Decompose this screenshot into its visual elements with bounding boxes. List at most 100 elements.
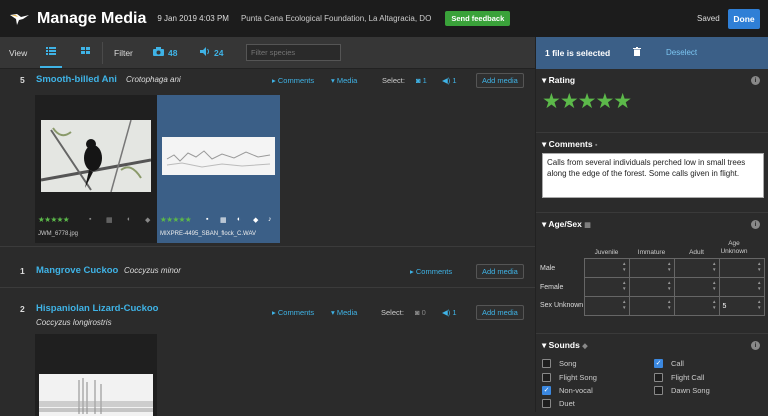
age-sex-cell[interactable]: ▲ ▼ [673, 296, 720, 316]
media-toggle[interactable]: ▾ Media [331, 76, 357, 85]
stepper-icon: ▲ ▼ [667, 299, 672, 310]
species-row: 1 Mangrove Cuckoo Coccyzus minor ▸ Comme… [0, 255, 535, 288]
sound-label: Non-vocal [559, 386, 593, 395]
comment-icon: ▪ [594, 142, 598, 149]
age-sex-title: Age/Sex [548, 219, 582, 229]
add-media-button[interactable]: Add media [476, 264, 524, 279]
age-sex-cell[interactable]: ▲ ▼ [583, 258, 630, 278]
species-count: 5 [20, 75, 25, 85]
media-tile-audio[interactable] [35, 334, 157, 416]
audio-count[interactable]: 24 [214, 48, 223, 58]
rating-toggle[interactable]: ▾ Rating [542, 75, 575, 86]
stepper-icon: ▲ ▼ [622, 299, 627, 310]
sound-checkbox-flight-call[interactable] [654, 373, 663, 382]
speaker-filter-icon[interactable] [200, 47, 211, 58]
stepper-icon: ▲ ▼ [712, 299, 717, 310]
camera-filter-icon[interactable] [153, 47, 164, 58]
add-media-button[interactable]: Add media [476, 305, 524, 320]
active-view-indicator [40, 66, 62, 68]
rating-stars[interactable]: ★★★★★ [542, 89, 632, 114]
select-label: Select: [382, 76, 405, 85]
select-photos-button[interactable]: ◙ 1 [416, 76, 427, 85]
age-sex-cell[interactable]: ▲ ▼ [628, 258, 675, 278]
info-icon[interactable]: i [751, 220, 760, 229]
comments-toggle[interactable]: ▸ Comments [272, 308, 314, 317]
sound-checkbox-song[interactable] [542, 359, 551, 368]
media-label: Media [336, 76, 358, 85]
age-sex-cell[interactable]: ▲ ▼ [583, 296, 630, 316]
stepper-icon: ▲ ▼ [757, 280, 762, 291]
age-sex-toggle[interactable]: ▾ Age/Sex ▦ [542, 219, 591, 230]
info-icon[interactable]: i [751, 341, 760, 350]
row-label: Male [540, 264, 556, 272]
audio-selected-count: 1 [452, 76, 457, 85]
stepper-icon: ▲ ▼ [757, 261, 762, 272]
species-scientific-name: Coccyzus longirostris [36, 318, 112, 327]
sounds-title: Sounds [548, 340, 580, 350]
grid-icon: ▦ [106, 217, 113, 224]
checklist-date: 9 Jan 2019 4:03 PM [157, 14, 229, 23]
grid-view-icon[interactable] [81, 46, 91, 58]
sound-checkbox-non-vocal[interactable]: ✓ [542, 386, 551, 395]
age-sex-cell[interactable]: ▲ ▼ [718, 258, 765, 278]
age-sex-cell[interactable]: ▲ ▼ [628, 296, 675, 316]
info-icon[interactable]: i [751, 76, 760, 85]
age-sex-cell[interactable]: ▲ ▼ [718, 277, 765, 297]
comments-toggle[interactable]: ▸ Comments [410, 267, 452, 276]
media-tile-photo[interactable]: ★★★★★ ▪ ▦ ◐ ◆ JWM_6778.jpg [35, 95, 157, 243]
species-common-name[interactable]: Hispaniolan Lizard-Cuckoo [36, 303, 158, 314]
species-row: 2 Hispaniolan Lizard-Cuckoo Coccyzus lon… [0, 296, 535, 416]
trash-icon[interactable] [633, 47, 641, 58]
view-label: View [9, 48, 28, 58]
media-tile-audio-selected[interactable]: ★★★★★ ▪ ▦ ◐ ◆ ♪ MIXPRE-4495_SBAN_flock_C… [157, 95, 280, 243]
age-icon: ◐ [237, 216, 242, 223]
sound-label: Call [671, 359, 684, 368]
sound-label: Flight Call [671, 373, 705, 382]
tag-icon: ◆ [145, 217, 151, 224]
stepper-icon: ▲ ▼ [622, 261, 627, 272]
done-button[interactable]: Done [728, 9, 760, 29]
top-bar: Manage Media 9 Jan 2019 4:03 PM Punta Ca… [0, 0, 768, 37]
comments-textarea[interactable]: Calls from several individuals perched l… [542, 153, 764, 198]
media-rating-stars[interactable]: ★★★★★ [38, 215, 70, 224]
list-view-icon[interactable] [46, 46, 56, 58]
photo-count[interactable]: 48 [168, 48, 177, 58]
age-sex-cell[interactable]: ▲ ▼ [583, 277, 630, 297]
media-label: Media [336, 308, 358, 317]
comments-label: Comments [277, 308, 315, 317]
filter-label: Filter [114, 48, 133, 58]
microphone-icon: ♪ [268, 216, 272, 223]
stepper-icon: ▲ ▼ [712, 280, 717, 291]
species-common-name[interactable]: Mangrove Cuckoo [36, 265, 118, 276]
species-count: 1 [20, 266, 25, 276]
age-sex-cell[interactable]: ▲ ▼ [628, 277, 675, 297]
age-sex-cell[interactable]: 5 ▲ ▼ [718, 296, 765, 316]
comments-toggle[interactable]: ▸ Comments [272, 76, 314, 85]
sound-checkbox-duet[interactable] [542, 399, 551, 408]
select-photos-button[interactable]: ◙ 0 [415, 308, 426, 317]
comments-toggle[interactable]: ▾ Comments ▪ [542, 139, 597, 150]
deselect-button[interactable]: Deselect [666, 48, 697, 57]
media-rating-stars[interactable]: ★★★★★ [160, 215, 192, 224]
species-common-name[interactable]: Smooth-billed Ani [36, 74, 117, 85]
sound-checkbox-flight-song[interactable] [542, 373, 551, 382]
select-audio-button[interactable]: ◀) 1 [442, 308, 457, 317]
send-feedback-button[interactable]: Send feedback [445, 11, 511, 26]
sounds-section: ▾ Sounds ◆ i Song ✓ Call Flight Song Fli… [536, 334, 768, 412]
sounds-toggle[interactable]: ▾ Sounds ◆ [542, 340, 588, 351]
select-audio-button[interactable]: ◀) 1 [442, 76, 457, 85]
media-filename: JWM_6778.jpg [38, 231, 79, 237]
media-toggle[interactable]: ▾ Media [331, 308, 357, 317]
sound-checkbox-dawn-song[interactable] [654, 386, 663, 395]
comments-title: Comments [548, 139, 593, 149]
sound-checkbox-call[interactable]: ✓ [654, 359, 663, 368]
saved-status: Saved [697, 14, 720, 23]
species-search-input[interactable] [246, 44, 341, 61]
age-icon: ◐ [127, 216, 132, 223]
age-sex-cell[interactable]: ▲ ▼ [673, 277, 720, 297]
age-sex-table: Male ▲ ▼ ▲ ▼ ▲ ▼ ▲ ▼ Female ▲ ▼ ▲ ▼ ▲ ▼ ▲ ▼ Sex … [536, 258, 765, 316]
add-media-button[interactable]: Add media [476, 73, 524, 88]
species-row: 5 Smooth-billed Ani Crotophaga ani ▸ Com… [0, 69, 535, 247]
tag-icon: ◆ [582, 343, 588, 350]
age-sex-cell[interactable]: ▲ ▼ [673, 258, 720, 278]
